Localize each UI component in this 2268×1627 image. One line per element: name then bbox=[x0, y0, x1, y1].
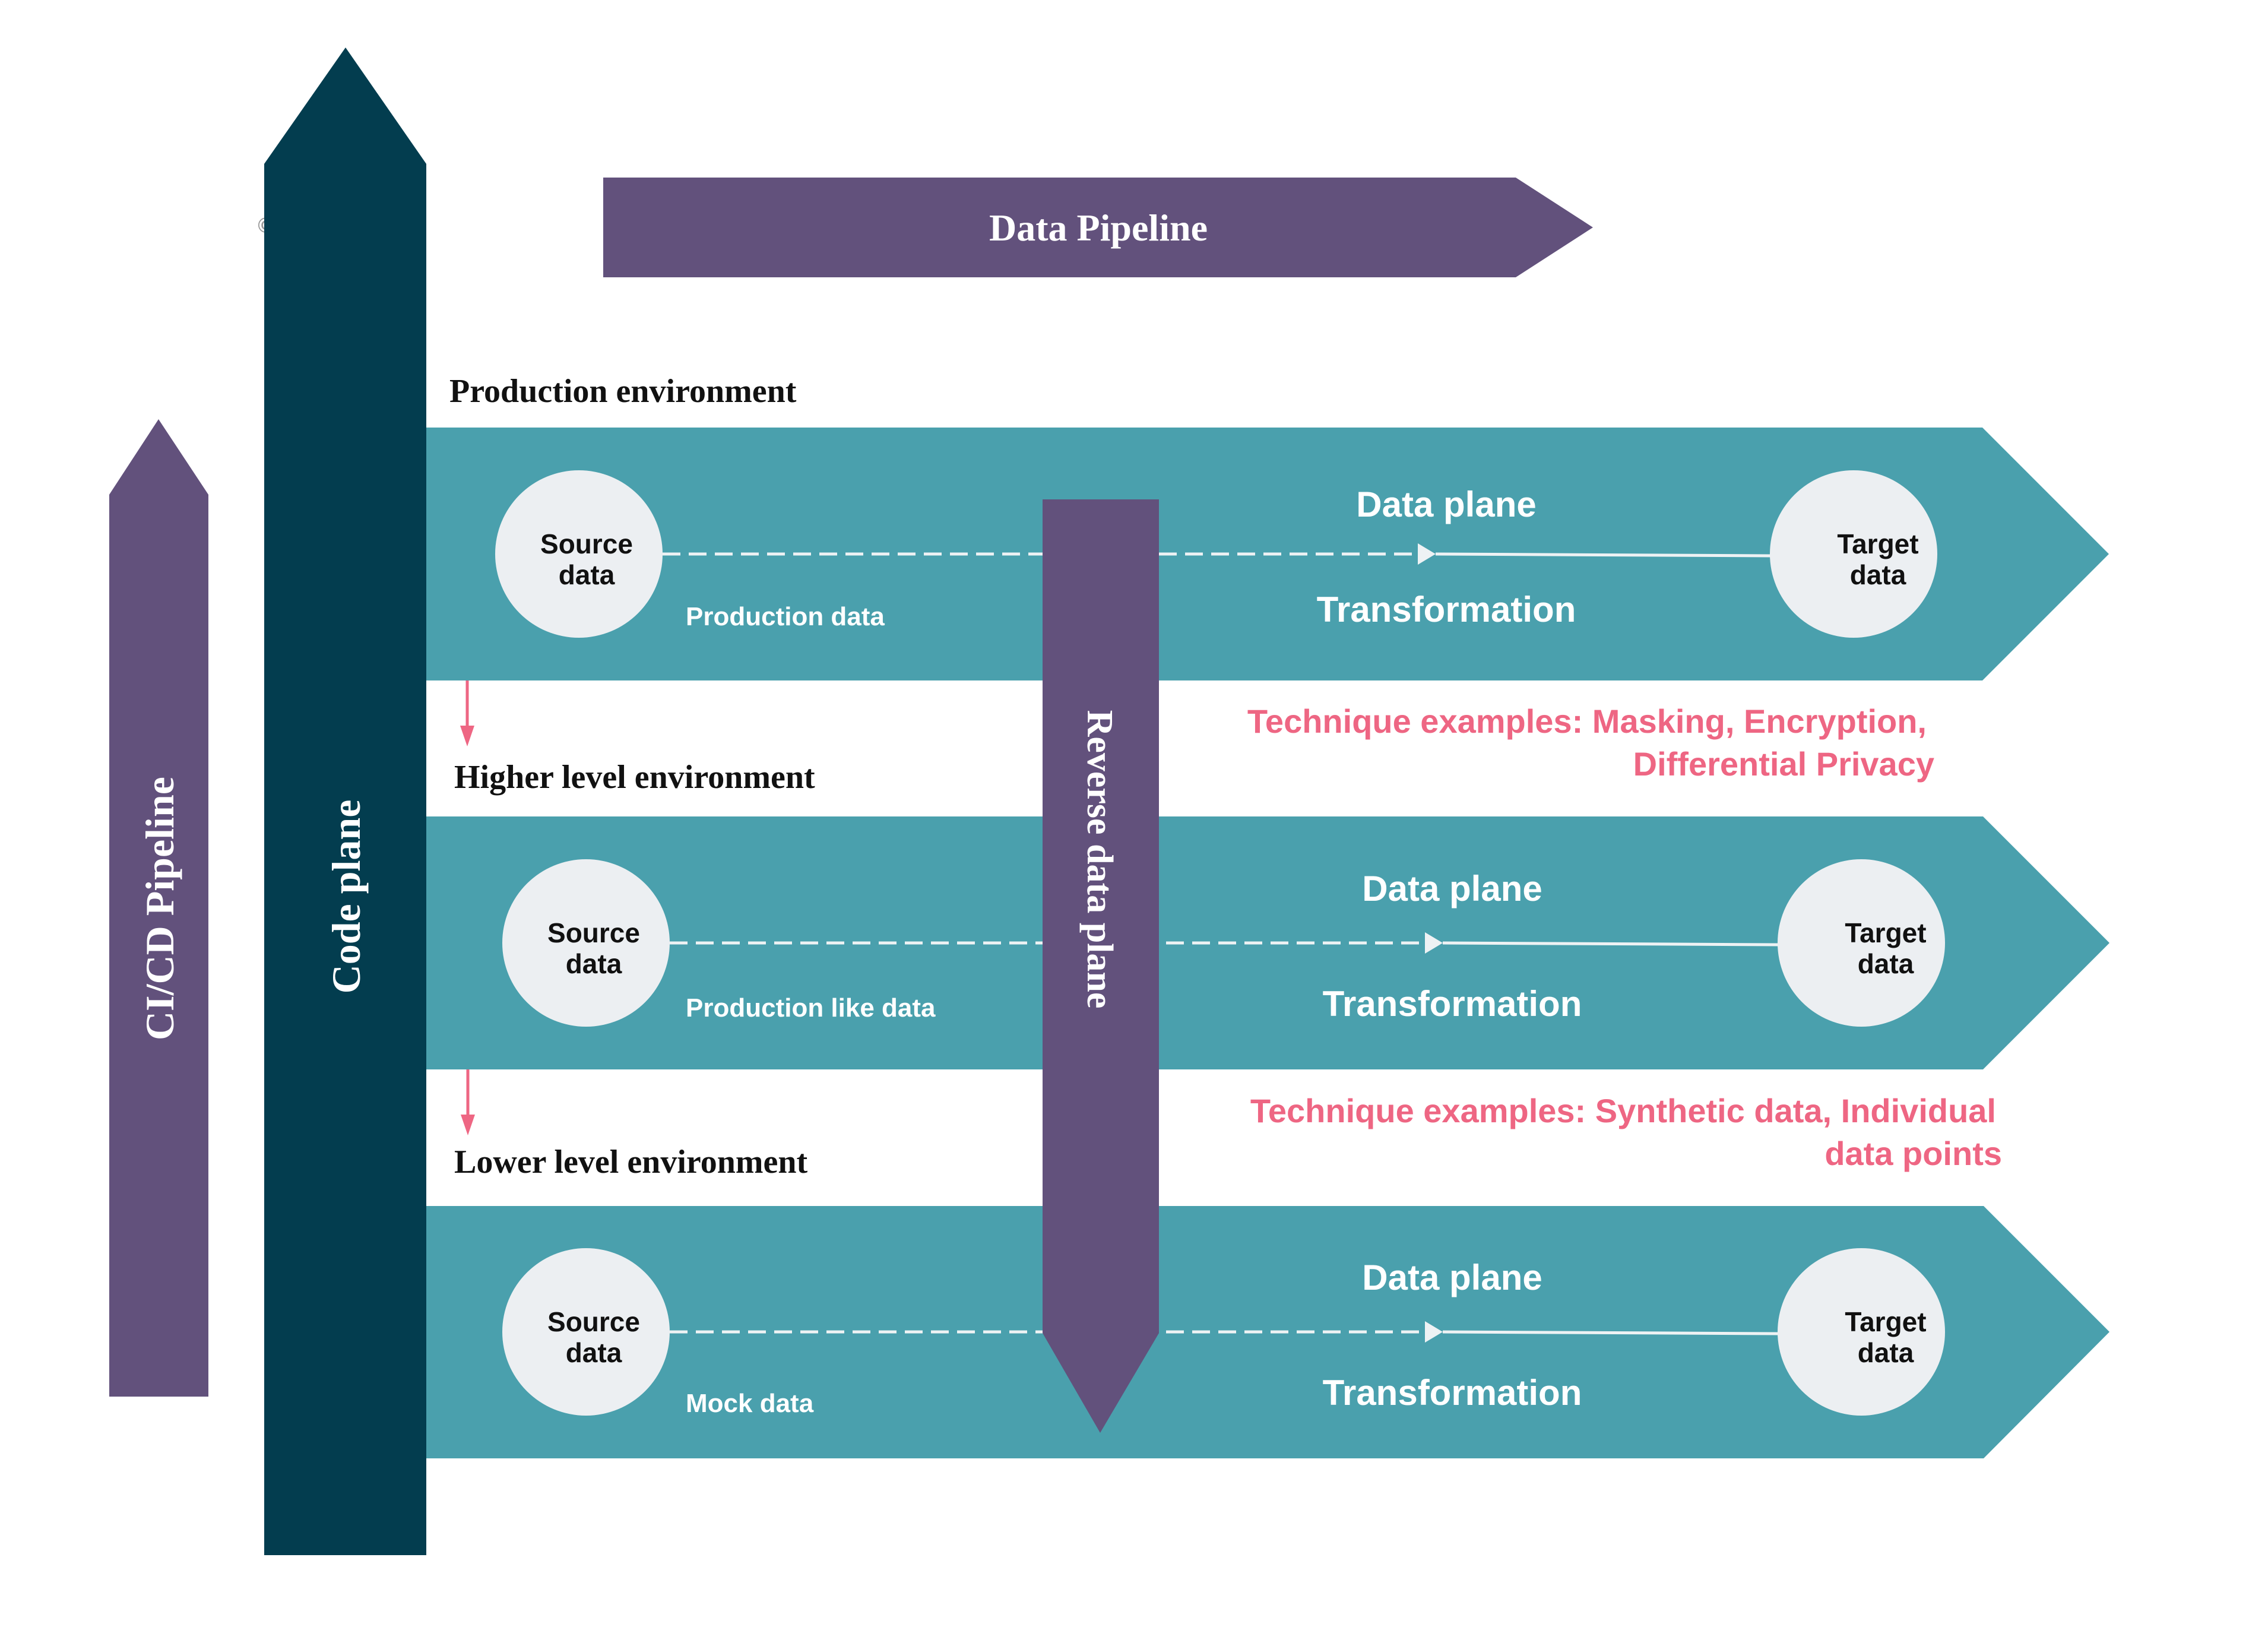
target-node-line2: data bbox=[1858, 1337, 1914, 1368]
code-plane-arrow: Code plane bbox=[264, 48, 426, 1555]
source-node-line1: Source bbox=[547, 1306, 640, 1337]
source-node-line1: Source bbox=[547, 917, 640, 948]
data-pipeline-label: Data Pipeline bbox=[989, 207, 1208, 249]
data-plane-label: Data plane bbox=[1356, 485, 1536, 524]
target-node-line2: data bbox=[1858, 948, 1914, 979]
cicd-pipeline-label: CI/CD Pipeline bbox=[137, 777, 182, 1040]
technique-note-line1: Technique examples: Synthetic data, Indi… bbox=[1250, 1092, 1996, 1129]
source-node-line2: data bbox=[559, 559, 615, 590]
solid-flow-line bbox=[1435, 552, 1773, 558]
environment-heading: Lower level environment bbox=[454, 1144, 808, 1180]
solid-flow-line bbox=[1442, 1330, 1780, 1335]
arrow-down-icon bbox=[460, 726, 474, 746]
source-node-line1: Source bbox=[540, 528, 633, 559]
transformation-label: Transformation bbox=[1317, 590, 1576, 629]
code-plane-label: Code plane bbox=[324, 800, 369, 994]
source-node-line2: data bbox=[566, 1337, 622, 1368]
transformation-label: Transformation bbox=[1323, 1373, 1582, 1413]
technique-note-1: Technique examples: Masking, Encryption,… bbox=[1247, 702, 1934, 783]
target-node-line2: data bbox=[1850, 559, 1906, 590]
environment-heading: Higher level environment bbox=[454, 759, 815, 796]
environment-heading: Production environment bbox=[449, 373, 797, 410]
technique-note-line1: Technique examples: Masking, Encryption, bbox=[1247, 702, 1927, 740]
reverse-data-plane-arrow: Reverse data plane bbox=[1043, 499, 1159, 1433]
promotion-arrow-1 bbox=[460, 680, 474, 746]
data-source-label: Mock data bbox=[686, 1389, 814, 1418]
solid-flow-line bbox=[1442, 941, 1780, 947]
data-plane-label: Data plane bbox=[1362, 1258, 1542, 1297]
data-source-label: Production like data bbox=[686, 993, 936, 1023]
target-node-line1: Target bbox=[1837, 528, 1918, 559]
reverse-data-plane-label: Reverse data plane bbox=[1079, 710, 1120, 1009]
cicd-pipeline-arrow: CI/CD Pipeline bbox=[109, 419, 208, 1397]
technique-note-line2: data points bbox=[1824, 1135, 2002, 1172]
transformation-label: Transformation bbox=[1323, 984, 1582, 1024]
arrow-down-icon bbox=[461, 1115, 475, 1135]
diagram-canvas: © CI/CD Pipeline Data Pipeline Productio… bbox=[109, 48, 2109, 1555]
data-plane-label: Data plane bbox=[1362, 869, 1542, 909]
technique-note-2: Technique examples: Synthetic data, Indi… bbox=[1250, 1092, 2002, 1172]
target-node-line1: Target bbox=[1845, 1306, 1926, 1337]
technique-note-line2: Differential Privacy bbox=[1633, 745, 1934, 783]
data-source-label: Production data bbox=[686, 602, 885, 631]
source-node-line2: data bbox=[566, 948, 622, 979]
data-pipeline-arrow: Data Pipeline bbox=[603, 178, 1593, 277]
promotion-arrow-2 bbox=[461, 1069, 475, 1135]
target-node-line1: Target bbox=[1845, 917, 1926, 948]
